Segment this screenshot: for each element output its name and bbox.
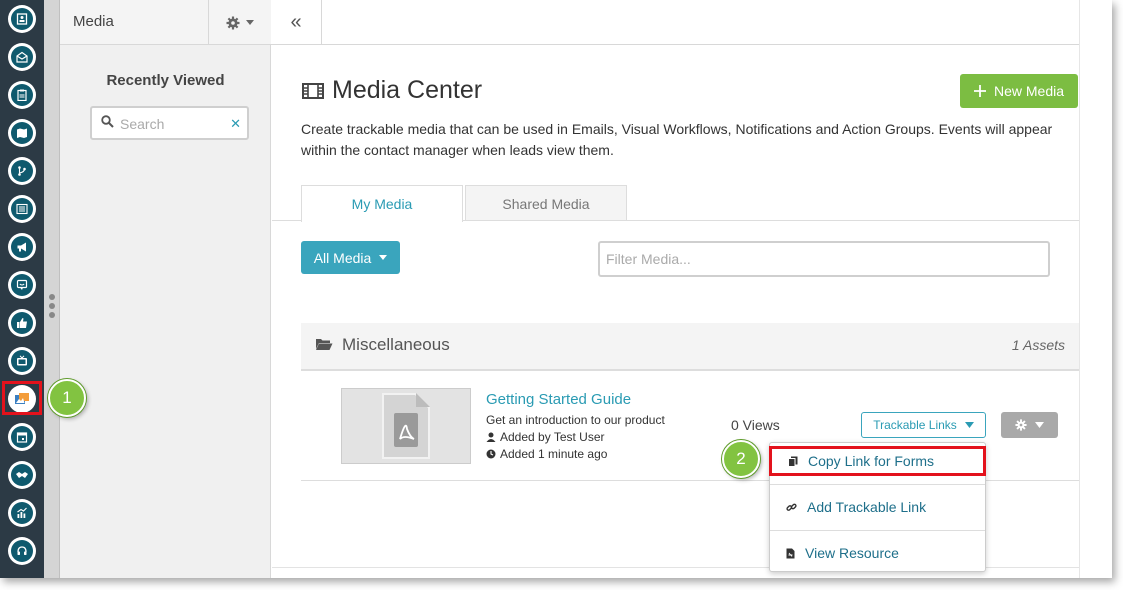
caret-down-icon: [1035, 422, 1044, 428]
megaphone-icon[interactable]: [8, 233, 36, 261]
asset-thumbnail[interactable]: [341, 388, 471, 464]
folder-header[interactable]: Miscellaneous 1 Assets: [301, 323, 1079, 371]
active-highlight-box: [2, 381, 42, 415]
asset-added-time: Added 1 minute ago: [486, 447, 607, 461]
copy-icon: [788, 456, 798, 467]
all-media-label: All Media: [313, 249, 372, 266]
folder-open-icon: [316, 339, 333, 350]
trackable-links-menu: Copy Link for Forms Add Trackable Link V…: [769, 442, 986, 572]
chat-icon[interactable]: [8, 271, 36, 299]
asset-added-by: Added by Test User: [486, 430, 605, 444]
folder-name: Miscellaneous: [342, 335, 450, 354]
step-badge-2: 2: [722, 440, 760, 478]
caret-down-icon: [379, 255, 388, 260]
trackable-links-label: Trackable Links: [873, 418, 957, 432]
grip-dot: [49, 312, 55, 318]
sidebar-header: Media: [60, 0, 271, 45]
clipboard-icon[interactable]: [8, 81, 36, 109]
email-icon[interactable]: [8, 43, 36, 71]
asset-settings-button[interactable]: [1001, 412, 1058, 438]
contacts-icon[interactable]: [8, 5, 36, 33]
view-count: 0 Views: [731, 417, 780, 433]
sidebar-search: ✕: [90, 106, 249, 140]
pdf-file-icon: [382, 393, 430, 459]
handshake-icon[interactable]: [8, 461, 36, 489]
app-window: Media Recently Viewed ✕ « Media Center N…: [0, 0, 1112, 578]
menu-item-label: Add Trackable Link: [807, 499, 927, 515]
grip-dot: [49, 303, 55, 309]
grip-dot: [49, 294, 55, 300]
search-icon: [101, 115, 114, 128]
sidebar-settings-button[interactable]: [208, 0, 270, 45]
caret-down-icon: [245, 20, 254, 25]
clear-search-icon[interactable]: ✕: [230, 116, 241, 132]
search-input[interactable]: [120, 114, 230, 134]
recently-viewed-heading: Recently Viewed: [106, 72, 225, 89]
new-media-button[interactable]: New Media: [960, 74, 1078, 108]
asset-title-link[interactable]: Getting Started Guide: [486, 391, 631, 408]
gear-icon: [226, 16, 239, 29]
page-description: Create trackable media that can be used …: [301, 121, 1053, 158]
page-title: Media Center: [302, 76, 482, 105]
menu-item-add-trackable-link[interactable]: Add Trackable Link: [770, 487, 985, 527]
menu-divider: [770, 530, 985, 531]
headset-icon[interactable]: [8, 537, 36, 565]
page-title-text: Media Center: [332, 76, 483, 104]
plus-icon: [973, 85, 986, 97]
step-badge-1: 1: [48, 379, 86, 417]
new-media-label: New Media: [993, 83, 1065, 99]
tab-my-media[interactable]: My Media: [301, 185, 463, 222]
icon-rail: [0, 0, 44, 578]
gear-icon: [1015, 419, 1027, 431]
media-sidebar: Media Recently Viewed ✕: [60, 0, 271, 578]
menu-item-view-resource[interactable]: View Resource: [770, 533, 985, 573]
clock-icon: [486, 449, 496, 459]
calendar-icon[interactable]: [8, 423, 36, 451]
map-icon[interactable]: [8, 119, 36, 147]
list-icon[interactable]: [8, 195, 36, 223]
all-media-dropdown[interactable]: All Media: [301, 241, 400, 274]
thumbs-up-icon[interactable]: [8, 309, 36, 337]
filter-media-input[interactable]: [606, 251, 1036, 267]
menu-item-label: Copy Link for Forms: [808, 453, 935, 469]
tv-icon[interactable]: [8, 347, 36, 375]
trackable-links-button[interactable]: Trackable Links: [861, 412, 986, 438]
link-icon: [786, 503, 797, 511]
added-by-text: Added by Test User: [500, 430, 605, 444]
chart-icon[interactable]: [8, 499, 36, 527]
asset-count: 1 Assets: [1011, 337, 1065, 353]
collapse-sidebar-button[interactable]: «: [271, 0, 322, 45]
double-chevron-left-icon: «: [290, 11, 302, 33]
user-icon: [486, 432, 496, 442]
branch-icon[interactable]: [8, 157, 36, 185]
filter-media-field: [598, 241, 1050, 277]
caret-down-icon: [964, 422, 974, 428]
menu-item-label: View Resource: [805, 545, 899, 561]
added-time-text: Added 1 minute ago: [500, 447, 608, 461]
tab-shared-media[interactable]: Shared Media: [465, 185, 627, 221]
file-icon: [786, 548, 795, 558]
menu-item-copy-link-for-forms[interactable]: Copy Link for Forms: [769, 446, 986, 476]
film-icon: [302, 82, 324, 99]
asset-subtitle: Get an introduction to our product: [486, 413, 665, 427]
right-gutter: [1079, 0, 1112, 578]
rail-resize-handle[interactable]: [44, 0, 60, 578]
menu-divider: [770, 484, 985, 485]
sidebar-title: Media: [73, 13, 114, 30]
